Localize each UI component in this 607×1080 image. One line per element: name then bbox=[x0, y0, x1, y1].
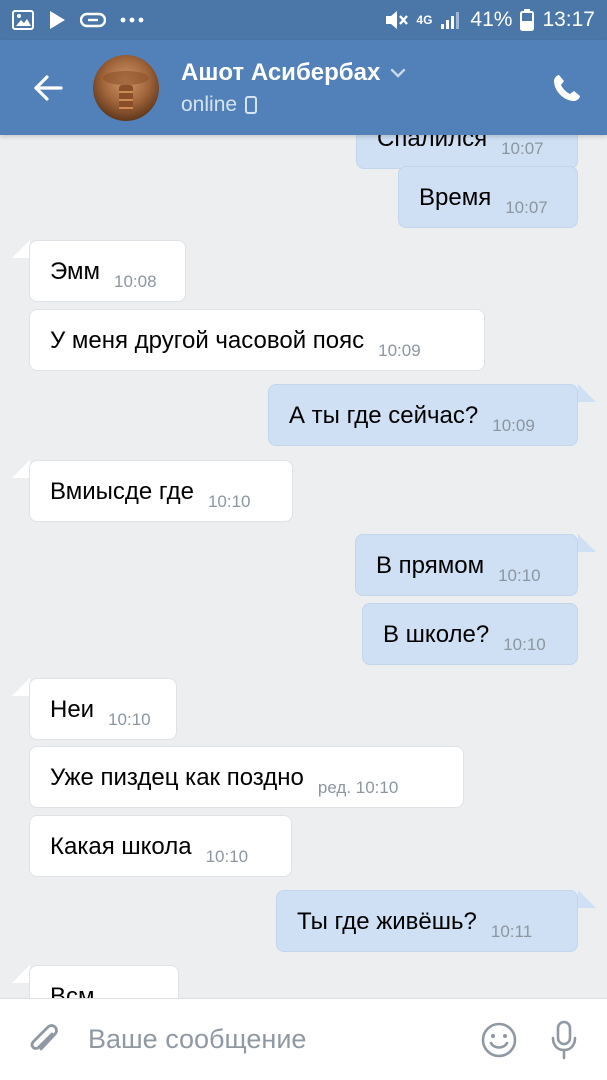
battery-percent: 41% bbox=[470, 8, 513, 31]
message-incoming[interactable]: У меня другой часовой пояс 10:09 bbox=[29, 309, 485, 371]
signal-icon bbox=[440, 10, 462, 30]
attach-button[interactable] bbox=[0, 999, 88, 1080]
message-time: 10:11 bbox=[490, 922, 533, 941]
bubble-tail bbox=[578, 384, 596, 402]
message-text: Эмм bbox=[50, 258, 100, 285]
message-text: Спалился bbox=[377, 135, 488, 152]
message-text: Ты где живёшь? bbox=[297, 908, 477, 935]
chevron-down-icon bbox=[391, 68, 406, 78]
smiley-icon bbox=[481, 1022, 517, 1057]
message-composer bbox=[0, 998, 607, 1080]
message-incoming[interactable]: Неи 10:10 bbox=[29, 678, 177, 740]
message-text: Вмиысде где bbox=[50, 478, 194, 505]
message-time: 10:09 bbox=[492, 416, 535, 435]
microphone-icon bbox=[551, 1020, 577, 1059]
contact-status: online bbox=[181, 92, 238, 116]
message-list[interactable]: Спалился 10:07 Время 10:07 Эмм 10:08 У м… bbox=[0, 135, 607, 998]
message-outgoing[interactable]: Ты где живёшь? 10:11 bbox=[276, 890, 578, 952]
contact-info[interactable]: Ашот Асибербах online bbox=[181, 59, 406, 117]
message-text: Неи bbox=[50, 696, 95, 723]
bubble-tail bbox=[12, 460, 30, 478]
call-button[interactable] bbox=[527, 40, 607, 135]
mute-icon bbox=[384, 9, 409, 31]
message-text: У меня другой часовой пояс bbox=[50, 327, 365, 354]
message-time: 10:10 bbox=[503, 635, 546, 654]
contact-name: Ашот Асибербах bbox=[181, 58, 381, 86]
voice-record-button[interactable] bbox=[529, 999, 599, 1080]
message-text: Какая школа bbox=[50, 833, 192, 860]
avatar[interactable] bbox=[93, 54, 159, 121]
message-text: В прямом bbox=[376, 552, 485, 579]
message-incoming[interactable]: Всм bbox=[29, 965, 179, 998]
paperclip-icon bbox=[30, 1023, 58, 1050]
clock: 13:17 bbox=[542, 8, 595, 31]
message-time: 10:10 bbox=[108, 710, 151, 729]
message-outgoing[interactable]: В школе? 10:10 bbox=[362, 603, 578, 665]
message-time: 10:10 bbox=[498, 566, 541, 585]
message-outgoing[interactable]: А ты где сейчас? 10:09 bbox=[268, 384, 578, 446]
phone-icon bbox=[554, 74, 580, 101]
bubble-tail bbox=[12, 678, 30, 696]
status-bar: 4G 41% 13:17 bbox=[0, 0, 607, 40]
message-outgoing[interactable]: Время 10:07 bbox=[398, 166, 578, 228]
message-time: 10:10 bbox=[205, 847, 249, 866]
battery-icon bbox=[520, 9, 535, 31]
bubble-tail bbox=[578, 534, 596, 552]
message-outgoing[interactable]: В прямом 10:10 bbox=[355, 534, 578, 596]
back-button[interactable] bbox=[0, 40, 95, 135]
back-arrow-icon bbox=[33, 74, 63, 101]
message-incoming[interactable]: Уже пиздец как поздно ред. 10:10 bbox=[29, 746, 464, 808]
message-time: ред. 10:10 bbox=[317, 778, 399, 797]
mobile-device-icon bbox=[245, 95, 258, 114]
bubble-tail bbox=[12, 965, 30, 983]
message-incoming[interactable]: Какая школа 10:10 bbox=[29, 815, 292, 877]
chat-header: Ашот Асибербах online bbox=[0, 40, 607, 135]
play-icon bbox=[48, 10, 66, 30]
message-text: Уже пиздец как поздно bbox=[50, 764, 304, 791]
more-dots-icon bbox=[120, 17, 144, 23]
emoji-button[interactable] bbox=[469, 999, 529, 1080]
bubble-tail bbox=[12, 240, 30, 258]
link-icon bbox=[80, 12, 106, 28]
message-time: 10:09 bbox=[378, 341, 421, 360]
message-outgoing[interactable]: Спалился 10:07 bbox=[356, 135, 578, 169]
bubble-tail bbox=[578, 890, 596, 908]
message-text: Всм bbox=[50, 983, 95, 998]
message-time: 10:07 bbox=[505, 198, 548, 217]
message-incoming[interactable]: Эмм 10:08 bbox=[29, 240, 186, 302]
message-text: А ты где сейчас? bbox=[289, 402, 479, 429]
message-time: 10:10 bbox=[207, 492, 251, 511]
network-type: 4G bbox=[416, 13, 433, 27]
message-incoming[interactable]: Вмиысде где 10:10 bbox=[29, 460, 293, 522]
message-text: В школе? bbox=[383, 621, 490, 648]
message-time: 10:08 bbox=[113, 272, 157, 291]
message-input[interactable] bbox=[88, 1024, 469, 1055]
gallery-icon bbox=[12, 10, 34, 30]
message-text: Время bbox=[419, 184, 492, 211]
